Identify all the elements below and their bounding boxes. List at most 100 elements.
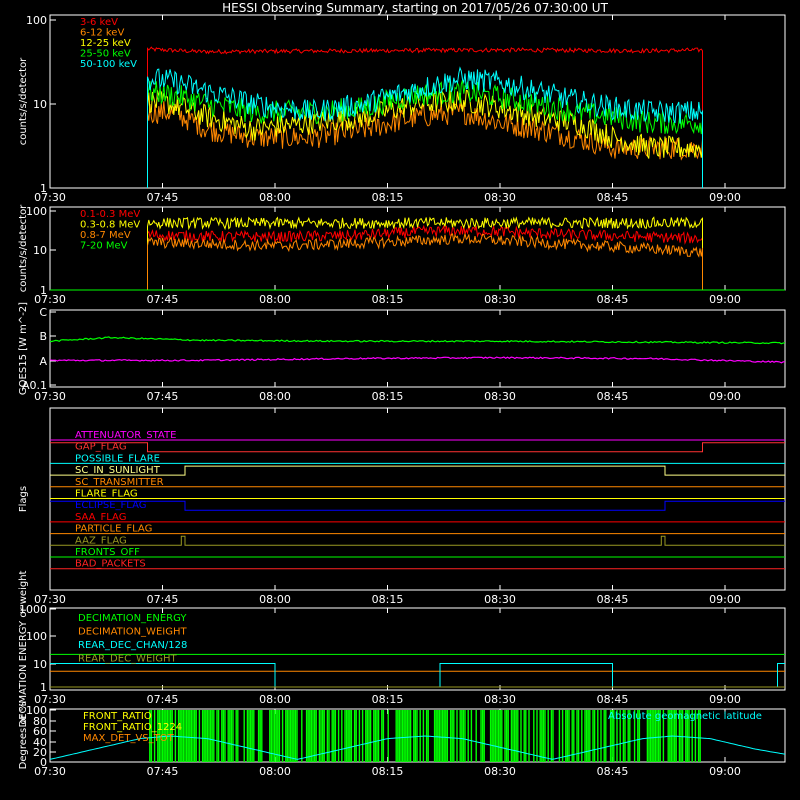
ratio-bar — [565, 710, 567, 762]
ratio-bar — [221, 710, 223, 762]
panel-flags: 07:30 07:45 08:00 08:15 08:30 08:45 09:00Flags… — [18, 407, 786, 606]
ratio-bar — [398, 710, 401, 762]
ratio-bar — [249, 710, 252, 762]
ratio-bar — [505, 710, 508, 762]
ratio-bar — [285, 710, 287, 762]
ratio-bar — [406, 710, 409, 762]
ratio-bar — [355, 710, 357, 762]
series-line — [147, 224, 703, 290]
legend-entry: 0.8-7 MeV — [80, 230, 131, 241]
legend-entry: FRONT_RATIO — [83, 711, 152, 722]
ratio-bar — [438, 710, 441, 762]
ratio-bar — [605, 710, 607, 762]
flag-label: FRONTS_OFF — [75, 547, 140, 558]
y-tick-label: 1 — [40, 284, 47, 297]
ratio-bar — [331, 710, 333, 762]
x-tick-label: 08:45 — [597, 191, 629, 204]
goes-line — [49, 336, 786, 345]
y-tick-label: 1 — [40, 681, 47, 694]
ratio-bar — [475, 710, 477, 762]
ratio-bar — [405, 710, 407, 762]
ratio-bar — [512, 710, 514, 762]
ratio-bar — [544, 710, 546, 762]
ratio-bar — [344, 710, 346, 762]
ratio-bar — [350, 710, 353, 762]
ratio-bar — [443, 710, 445, 762]
ratio-bar — [310, 710, 313, 762]
ratio-bar — [185, 710, 188, 762]
ratio-bar — [328, 710, 330, 762]
ratio-bar — [248, 710, 250, 762]
ratio-bar — [414, 710, 417, 762]
ratio-bar — [374, 710, 377, 762]
flag-line — [50, 535, 785, 546]
ratio-bar — [281, 710, 284, 762]
ratio-bar — [179, 710, 181, 762]
ratio-bar — [382, 710, 385, 762]
ratio-bar — [321, 710, 324, 762]
x-tick-label: 07:45 — [147, 593, 179, 606]
x-tick-label: 08:30 — [484, 293, 516, 306]
x-tick-label: 08:45 — [597, 390, 629, 403]
ratio-bar — [358, 710, 361, 762]
ratio-bar — [520, 710, 522, 762]
ratio-bar — [224, 710, 226, 762]
x-tick-label: 08:15 — [372, 191, 404, 204]
legend-entry: DECIMATION_WEIGHT — [78, 627, 187, 638]
ratio-bar — [305, 710, 308, 762]
panel-ratios: 07:30 07:45 08:00 08:15 08:30 08:45 09:0002040… — [18, 702, 786, 778]
ratio-bar — [491, 710, 493, 762]
ratio-bar — [584, 710, 586, 762]
ratio-bar — [270, 710, 273, 762]
ratio-bar — [203, 710, 205, 762]
ratio-bar — [437, 710, 439, 762]
x-tick-label: 09:00 — [709, 293, 741, 306]
ratio-bar — [451, 710, 453, 762]
ratio-bar — [206, 710, 209, 762]
ratio-bar — [401, 710, 404, 762]
ratio-bar — [217, 710, 220, 762]
ratio-bar — [326, 710, 329, 762]
legend-entry: 7-20 MeV — [80, 241, 128, 252]
ratio-bar — [361, 710, 364, 762]
ratio-bar — [341, 710, 343, 762]
y-axis-label: Degrees or % — [18, 702, 29, 770]
y-tick-label: B — [39, 330, 47, 343]
x-tick-label: 08:15 — [372, 765, 404, 778]
x-tick-label: 09:00 — [709, 593, 741, 606]
flag-line — [50, 500, 785, 511]
x-tick-label: 07:45 — [147, 390, 179, 403]
ratio-bar — [387, 710, 389, 762]
y-axis-label: GOES15 [W m^-2] — [18, 302, 29, 395]
x-tick-label: 08:45 — [597, 765, 629, 778]
ratio-bar — [237, 710, 239, 762]
x-tick-label: 08:45 — [597, 593, 629, 606]
ratio-bar — [568, 710, 570, 762]
legend-entry: REAR_DEC_WEIGHT — [78, 654, 177, 665]
legend-entry: DECIMATION_ENERGY — [78, 613, 187, 624]
ratio-bar — [459, 710, 461, 762]
ratio-bar — [541, 710, 543, 762]
ratio-bar — [542, 710, 545, 762]
ratio-bar — [201, 710, 204, 762]
ratio-bar — [189, 710, 191, 762]
ratio-bar — [278, 710, 281, 762]
ratio-bar — [445, 710, 447, 762]
ratio-bar — [558, 710, 561, 762]
ratio-bar — [373, 710, 375, 762]
x-tick-label: 08:45 — [597, 293, 629, 306]
y-tick-label: A — [39, 355, 47, 368]
ratio-bar — [585, 710, 588, 762]
ratio-bar — [216, 710, 218, 762]
ratio-bar — [182, 710, 185, 762]
x-tick-label: 08:15 — [372, 593, 404, 606]
x-tick-label: 08:15 — [372, 390, 404, 403]
ratio-bar — [515, 710, 517, 762]
x-tick-label: 09:00 — [709, 765, 741, 778]
x-tick-label: 07:45 — [147, 693, 179, 706]
flag-label: ECLIPSE_FLAG — [75, 500, 146, 511]
x-tick-label: 07:30 — [34, 293, 66, 306]
x-tick-label: 08:30 — [484, 191, 516, 204]
ratio-bar — [184, 710, 186, 762]
ratio-bar — [440, 710, 442, 762]
